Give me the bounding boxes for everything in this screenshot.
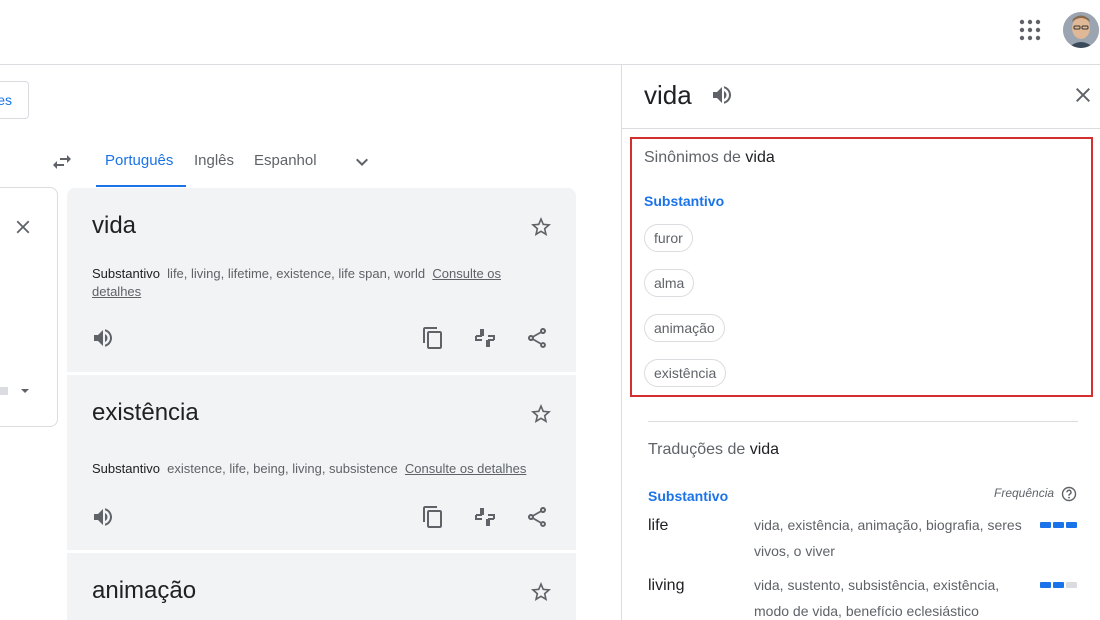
frequency-label: Frequência bbox=[994, 486, 1055, 500]
synonym-chip[interactable]: existência bbox=[644, 359, 727, 387]
frequency-segment bbox=[1066, 582, 1077, 588]
translations-title: Traduções de vida bbox=[648, 441, 779, 459]
copy-icon[interactable] bbox=[421, 505, 445, 529]
copy-icon[interactable] bbox=[421, 326, 445, 350]
top-bar bbox=[0, 0, 1100, 65]
help-icon[interactable] bbox=[1061, 486, 1077, 502]
card-word: existência bbox=[92, 399, 199, 426]
card-translations: life, living, lifetime, existence, life … bbox=[167, 266, 426, 281]
synonyms-title: Sinônimos de vida bbox=[644, 149, 775, 167]
panel-header-divider bbox=[622, 128, 1100, 129]
card-translations: existence, life, being, living, subsiste… bbox=[167, 461, 398, 476]
translation-card: existência Substantivo existence, life, … bbox=[67, 375, 576, 550]
synonyms-highlight-box bbox=[630, 137, 1093, 397]
speaker-icon[interactable] bbox=[91, 326, 115, 350]
speaker-icon[interactable] bbox=[710, 83, 734, 107]
partial-button[interactable]: es bbox=[0, 81, 29, 119]
frequency-segment bbox=[1053, 582, 1064, 588]
frequency-bar bbox=[1040, 582, 1077, 588]
synonyms-title-prefix: Sinônimos de bbox=[644, 149, 741, 166]
speaker-icon[interactable] bbox=[91, 505, 115, 529]
share-icon[interactable] bbox=[525, 326, 549, 350]
translation-card: vida Substantivo life, living, lifetime,… bbox=[67, 188, 576, 372]
avatar[interactable] bbox=[1063, 12, 1099, 48]
synonym-chip[interactable]: animação bbox=[644, 314, 725, 342]
frequency-bar bbox=[1040, 522, 1077, 528]
frequency-segment bbox=[1040, 522, 1051, 528]
translations-title-word: vida bbox=[749, 441, 780, 458]
translation-word[interactable]: living bbox=[648, 577, 684, 595]
card-word: vida bbox=[92, 212, 137, 239]
rate-translation-icon[interactable] bbox=[473, 326, 497, 350]
frequency-segment bbox=[1040, 582, 1051, 588]
section-divider bbox=[648, 421, 1078, 422]
apps-grid-icon[interactable] bbox=[1019, 19, 1041, 41]
frequency-segment bbox=[1053, 522, 1064, 528]
translations-pos: Substantivo bbox=[648, 488, 729, 504]
synonym-chip[interactable]: alma bbox=[644, 269, 695, 297]
card-pos: Substantivo bbox=[92, 461, 160, 476]
star-icon[interactable] bbox=[529, 580, 553, 604]
card-pos: Substantivo bbox=[92, 266, 160, 281]
panel-title: vida bbox=[644, 80, 692, 110]
tab-ingles[interactable]: Inglês bbox=[194, 152, 234, 169]
synonyms-pos: Substantivo bbox=[644, 193, 725, 209]
star-icon[interactable] bbox=[529, 402, 553, 426]
card-meta: Substantivo life, living, lifetime, exis… bbox=[92, 265, 532, 301]
active-tab-indicator bbox=[96, 185, 186, 187]
synonyms-title-word: vida bbox=[745, 149, 775, 166]
translation-synonyms: vida, sustento, subsistência, existência… bbox=[754, 577, 1000, 619]
chevron-down-icon[interactable] bbox=[350, 150, 374, 174]
rate-translation-icon[interactable] bbox=[473, 505, 497, 529]
card-meta: Substantivo existence, life, being, livi… bbox=[92, 460, 572, 478]
share-icon[interactable] bbox=[525, 505, 549, 529]
tab-portugues[interactable]: Português bbox=[105, 152, 173, 169]
close-icon[interactable] bbox=[1071, 83, 1095, 107]
details-link[interactable]: Consulte os detalhes bbox=[405, 461, 526, 476]
partial-button-label: es bbox=[0, 92, 12, 108]
translation-synonyms: vida, existência, animação, biografia, s… bbox=[754, 517, 1022, 559]
clear-icon[interactable] bbox=[12, 216, 34, 238]
swap-languages-icon[interactable] bbox=[50, 150, 74, 174]
translation-card: animação bbox=[67, 553, 576, 620]
synonym-chip[interactable]: furor bbox=[644, 224, 693, 252]
card-word: animação bbox=[92, 577, 197, 604]
source-options-dropdown[interactable] bbox=[0, 384, 32, 398]
translation-word[interactable]: life bbox=[648, 517, 668, 535]
translations-title-prefix: Traduções de bbox=[648, 441, 746, 458]
tab-espanhol[interactable]: Espanhol bbox=[254, 152, 317, 169]
frequency-segment bbox=[1066, 522, 1077, 528]
star-icon[interactable] bbox=[529, 215, 553, 239]
